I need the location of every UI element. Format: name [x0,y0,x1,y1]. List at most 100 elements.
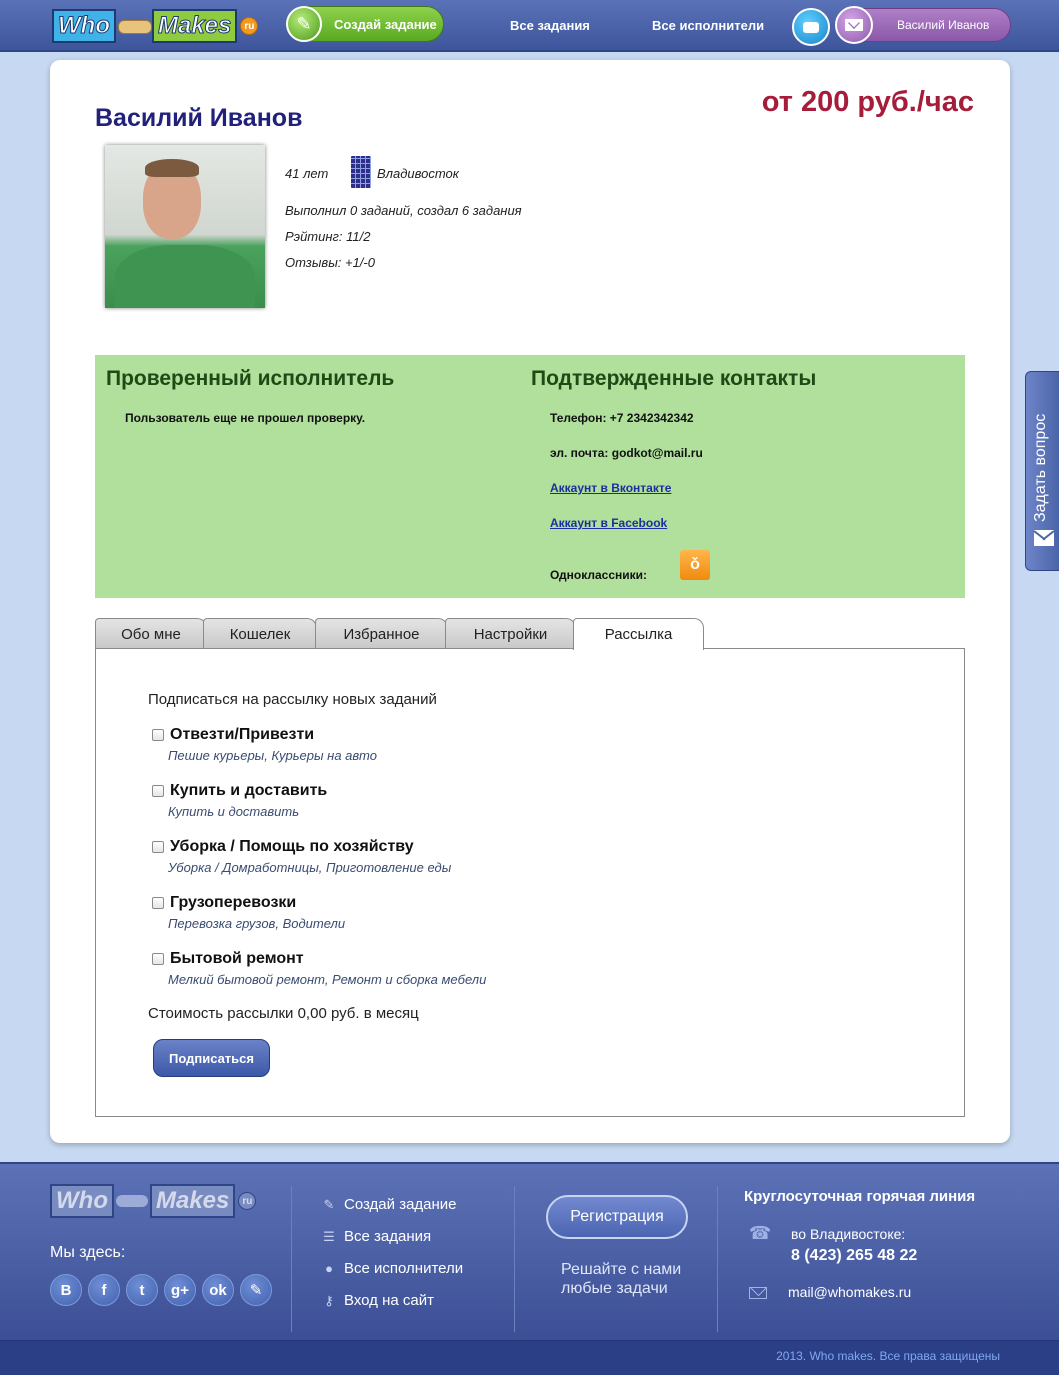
profile-name: Василий Иванов [95,104,303,132]
category-name: Купить и доставить [170,782,328,799]
category-checkbox[interactable] [152,897,164,909]
footer-link-label: Все задания [344,1228,432,1245]
livejournal-icon[interactable]: ✎ [240,1274,272,1306]
subscribe-button[interactable]: Подписаться [153,1039,270,1077]
newsletter-cost: Стоимость рассылки 0,00 руб. в месяц [148,1005,419,1022]
footer-link-create-task[interactable]: ✎ Создай задание [322,1196,457,1213]
header: Who Makes ru ✎ Создай задание Все задани… [0,0,1059,52]
footer-link-login[interactable]: ⚷ Вход на сайт [322,1292,434,1309]
messages-icon[interactable] [792,8,830,46]
key-icon: ⚷ [324,1292,334,1308]
pencil-icon: ✎ [286,6,322,42]
footer-link-all-tasks[interactable]: ☰ Все задания [322,1228,431,1245]
newsletter-panel: Подписаться на рассылку новых заданий От… [95,648,965,1117]
profile-stats: Выполнил 0 заданий, создал 6 задания [285,203,522,218]
footer-bottom: 2013. Who makes. Все права защищены [0,1340,1059,1375]
profile-city: Владивосток [377,166,459,181]
category-checkbox[interactable] [152,953,164,965]
footer-link-label: Создай задание [344,1196,457,1213]
user-name: Василий Иванов [897,18,990,32]
logo-ru-badge: ru [238,1192,257,1210]
tab-settings[interactable]: Настройки [445,618,576,649]
logo[interactable]: Who Makes ru [52,8,259,44]
mail-icon[interactable] [835,6,873,44]
contacts-title: Подтвержденные контакты [531,367,817,390]
tab-newsletter[interactable]: Рассылка [573,618,704,650]
tab-about[interactable]: Обо мне [95,618,207,649]
create-task-label: Создай задание [334,16,437,32]
handshake-icon [116,14,152,38]
hotline-phone: 8 (423) 265 48 22 [791,1247,918,1264]
we-here-label: Мы здесь: [50,1244,126,1261]
logo-makes: Makes [149,1184,236,1218]
pencil-icon: ✎ [323,1196,335,1212]
category-name: Уборка / Помощь по хозяйству [170,838,414,855]
footer: Who Makes ru Мы здесь: В f t g+ ok ✎ ✎ С… [0,1162,1059,1340]
category-desc: Купить и доставить [168,804,300,819]
category-name: Бытовой ремонт [170,950,304,967]
envelope-icon [1034,530,1054,546]
footer-link-all-performers[interactable]: ● Все исполнители [322,1260,463,1277]
category-desc: Мелкий бытовой ремонт, Ремонт и сборка м… [168,972,487,987]
divider [717,1186,718,1332]
divider [291,1186,292,1332]
vk-account-link[interactable]: Аккаунт в Вконтакте [550,481,671,495]
create-task-button[interactable]: ✎ Создай задание [286,6,444,42]
footer-email[interactable]: mail@whomakes.ru [788,1284,911,1300]
odnoklassniki-icon[interactable]: ǒ [680,550,710,580]
twitter-icon[interactable]: t [126,1274,158,1306]
footer-logo[interactable]: Who Makes ru [50,1184,257,1218]
odnoklassniki-icon[interactable]: ok [202,1274,234,1306]
copyright: 2013. Who makes. Все права защищены [776,1349,1000,1363]
contact-phone: Телефон: +7 2342342342 [550,411,694,425]
google-plus-icon[interactable]: g+ [164,1274,196,1306]
hourly-rate: от 200 руб./час [761,86,974,118]
slogan-line: Решайте с нами [561,1261,682,1278]
newsletter-title: Подписаться на рассылку новых заданий [148,691,437,708]
tab-favorites[interactable]: Избранное [315,618,448,649]
nav-all-performers[interactable]: Все исполнители [652,18,764,33]
slogan-line: любые задачи [561,1280,668,1297]
logo-makes: Makes [151,9,238,43]
verified-title: Проверенный исполнитель [106,367,395,390]
user-icon: ● [325,1260,333,1276]
facebook-icon[interactable]: f [88,1274,120,1306]
ask-question-label: Задать вопрос [1032,413,1049,522]
profile-card: Василий Иванов от 200 руб./час 41 лет Вл… [50,60,1010,1143]
tab-wallet[interactable]: Кошелек [203,618,317,649]
profile-rating: Рэйтинг: 11/2 [285,229,371,244]
odnoklassniki-label: Одноклассники: [550,568,648,582]
nav-all-tasks[interactable]: Все задания [510,18,590,33]
logo-ru-badge: ru [240,17,259,35]
category-desc: Перевозка грузов, Водители [168,916,346,931]
category-name: Грузоперевозки [170,894,297,911]
mail-icon [749,1287,767,1299]
ask-question-tab[interactable]: Задать вопрос [1025,371,1059,571]
avatar [105,145,265,308]
logo-who: Who [50,1184,114,1218]
building-icon [351,156,371,188]
phone-icon: ☎ [749,1223,772,1243]
facebook-account-link[interactable]: Аккаунт в Facebook [550,516,667,530]
divider [514,1186,515,1332]
footer-link-label: Вход на сайт [344,1292,434,1309]
contact-email: эл. почта: godkot@mail.ru [550,446,703,460]
user-menu[interactable]: Василий Иванов [835,6,1011,44]
category-desc: Уборка / Домработницы, Приготовление еды [168,860,452,875]
list-icon: ☰ [323,1228,335,1244]
verification-status: Пользователь еще не прошел проверку. [125,411,366,425]
verification-block: Проверенный исполнитель Подтвержденные к… [95,355,965,598]
category-name: Отвезти/Привезти [170,726,315,743]
hotline-title: Круглосуточная горячая линия [744,1188,976,1205]
category-checkbox[interactable] [152,841,164,853]
register-button[interactable]: Регистрация [546,1195,688,1239]
handshake-icon [114,1189,150,1213]
footer-link-label: Все исполнители [344,1260,464,1277]
vk-icon[interactable]: В [50,1274,82,1306]
logo-who: Who [52,9,116,43]
profile-reviews: Отзывы: +1/-0 [285,255,375,270]
category-checkbox[interactable] [152,785,164,797]
category-checkbox[interactable] [152,729,164,741]
category-desc: Пешие курьеры, Курьеры на авто [168,748,377,763]
slogan: Решайте с нами любые задачи [561,1260,681,1298]
